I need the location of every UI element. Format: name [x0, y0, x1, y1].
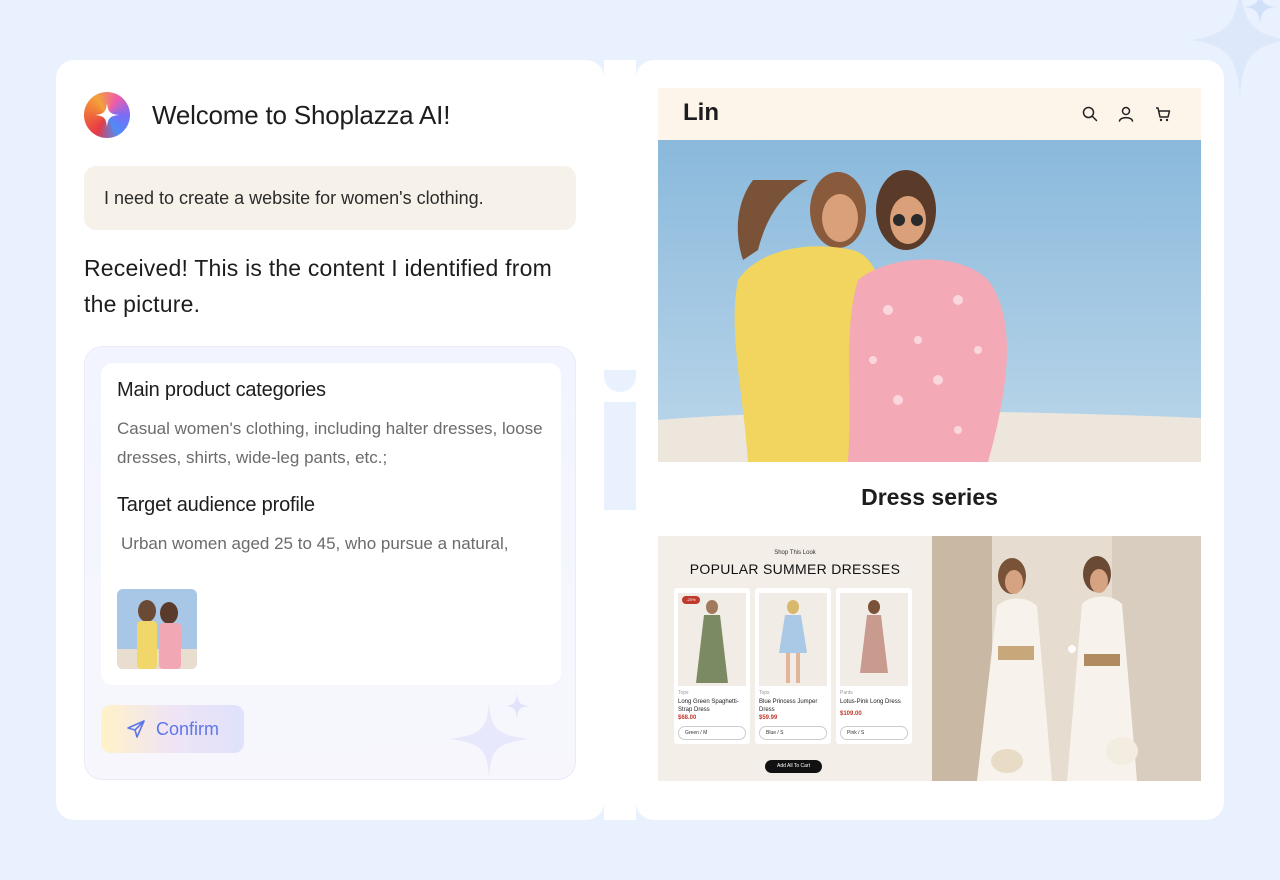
cart-icon[interactable] — [1153, 104, 1173, 124]
banner-title: POPULAR SUMMER DRESSES — [689, 561, 901, 577]
variant-select[interactable]: Green / M — [678, 726, 746, 740]
product-category: Pants — [840, 690, 853, 696]
section-text-categories: Casual women's clothing, including halte… — [117, 419, 543, 467]
user-icon[interactable] — [1116, 104, 1136, 124]
lookbook-image — [932, 536, 1201, 781]
ai-response-text: Received! This is the content I identifi… — [84, 255, 552, 317]
confirm-label: Confirm — [155, 718, 219, 739]
product-price: $59.99 — [759, 715, 778, 721]
product-card[interactable]: Tops Blue Princess Jumper Dress $59.99 B… — [755, 588, 831, 744]
section-text-audience: Urban women aged 25 to 45, who pursue a … — [121, 534, 509, 553]
product-image — [759, 593, 827, 686]
section-title-categories: Main product categories — [117, 379, 326, 401]
product-name[interactable]: Long Green Spaghetti-Strap Dress — [678, 698, 748, 714]
product-price: $109.00 — [840, 711, 862, 717]
send-icon — [127, 720, 145, 738]
analysis-content: Main product categories Casual women's c… — [101, 363, 561, 685]
search-icon[interactable] — [1080, 104, 1100, 124]
series-title: Dress series — [861, 484, 998, 510]
connector-top — [604, 60, 636, 370]
product-price: $68.00 — [678, 715, 697, 721]
shoplazza-logo — [84, 92, 130, 138]
welcome-title: Welcome to Shoplazza AI! — [152, 100, 451, 130]
confirm-button[interactable]: Confirm — [101, 705, 244, 753]
hero-image — [658, 140, 1201, 462]
sale-badge: -20% — [682, 596, 700, 604]
analysis-result-card: Main product categories Casual women's c… — [84, 346, 576, 780]
website-preview-panel: Lin Dress series Shop This Look POPULAR … — [636, 60, 1224, 820]
sparkle-decoration-icon — [449, 693, 529, 777]
star-logo-icon — [95, 103, 119, 127]
section-title-audience: Target audience profile — [117, 494, 315, 516]
variant-select[interactable]: Pink / S — [840, 726, 908, 740]
chat-panel: Welcome to Shoplazza AI! I need to creat… — [56, 60, 604, 820]
banner-kicker: Shop This Look — [774, 550, 816, 556]
add-all-to-cart-button[interactable]: Add All To Cart — [765, 760, 822, 773]
product-name[interactable]: Blue Princess Jumper Dress — [759, 698, 829, 714]
uploaded-image-thumbnail[interactable] — [117, 589, 197, 669]
product-category: Tops — [678, 690, 689, 696]
product-card[interactable]: -20% Tops Long Green Spaghetti-Strap Dre… — [674, 588, 750, 744]
variant-select[interactable]: Blue / S — [759, 726, 827, 740]
shop-brand-logo[interactable]: Lin — [683, 99, 719, 127]
product-card[interactable]: Pants Lotus-Pink Long Dress $109.00 Pink… — [836, 588, 912, 744]
connector-bottom — [604, 508, 636, 820]
shop-the-look-banner: Shop This Look POPULAR SUMMER DRESSES -2… — [658, 536, 1201, 781]
product-category: Tops — [759, 690, 770, 696]
product-name[interactable]: Lotus-Pink Long Dress — [840, 698, 910, 706]
product-lookbook: Shop This Look POPULAR SUMMER DRESSES -2… — [658, 536, 932, 781]
shop-header: Lin — [658, 88, 1201, 140]
user-message-bubble: I need to create a website for women's c… — [84, 166, 576, 230]
product-image — [678, 593, 746, 686]
product-image — [840, 593, 908, 686]
